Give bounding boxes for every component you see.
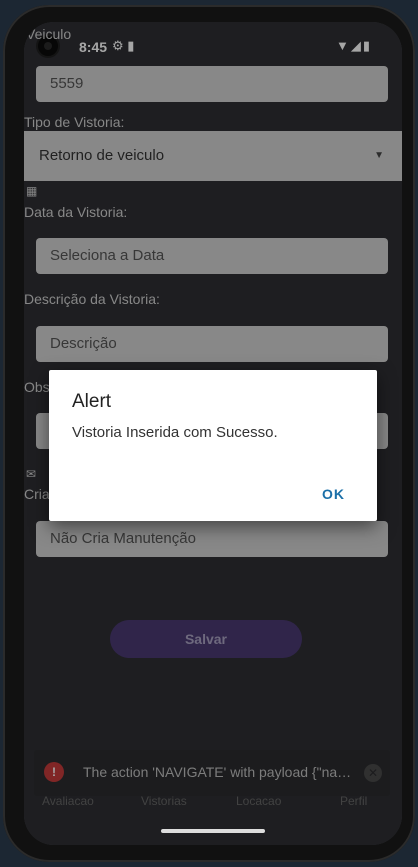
dialog-title: Alert bbox=[72, 391, 112, 412]
app-content: 8:45 ⚙ ▮ ▼◢▮ Veiculo 5559 Tipo de Vistor… bbox=[24, 22, 402, 845]
dialog-message: Vistoria Inserida com Sucesso. bbox=[72, 424, 278, 441]
phone-screen: 8:45 ⚙ ▮ ▼◢▮ Veiculo 5559 Tipo de Vistor… bbox=[24, 22, 402, 845]
alert-dialog: Alert Vistoria Inserida com Sucesso. OK bbox=[49, 370, 377, 521]
ok-button[interactable]: OK bbox=[322, 486, 345, 502]
home-indicator[interactable] bbox=[161, 829, 265, 833]
